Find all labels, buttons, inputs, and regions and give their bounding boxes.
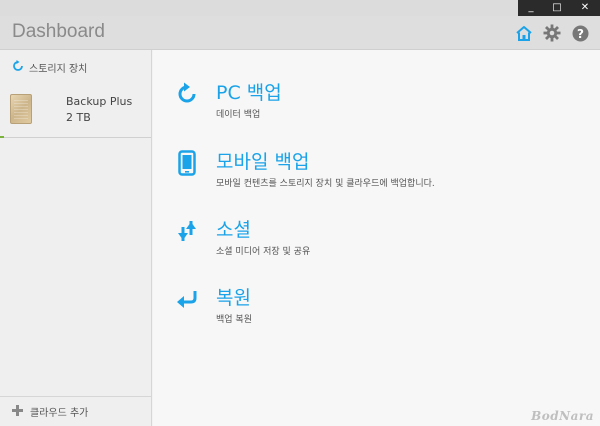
window-controls: _ □ ✕ — [518, 0, 600, 16]
action-title: 모바일 백업 — [216, 151, 310, 173]
storage-section-label: 스토리지 장치 — [29, 64, 88, 75]
storage-device-item[interactable]: Backup Plus 2 TB — [0, 82, 151, 138]
action-description: 소셜 미디어 저장 및 공유 — [216, 247, 311, 257]
refresh-icon — [12, 60, 24, 75]
gear-icon[interactable] — [542, 23, 562, 43]
plus-icon — [12, 404, 23, 419]
add-cloud-button[interactable]: 클라우드 추가 — [0, 396, 151, 426]
svg-text:?: ? — [577, 26, 584, 40]
phone-icon — [173, 149, 201, 177]
page-title: Dashboard — [12, 21, 105, 42]
action-description: 데이터 백업 — [216, 110, 261, 120]
app-header: Dashboard ? — [0, 16, 600, 50]
selection-indicator — [0, 136, 4, 138]
transfer-arrows-icon — [173, 217, 201, 245]
close-button[interactable]: ✕ — [570, 0, 600, 16]
header-toolbar: ? — [514, 23, 590, 43]
restore-arrow-icon — [173, 285, 201, 313]
watermark: BodNara — [531, 409, 594, 423]
drive-icon — [10, 94, 32, 124]
sidebar: 스토리지 장치 Backup Plus 2 TB 클라우드 추가 — [0, 50, 152, 426]
window-title-bar: _ □ ✕ — [0, 0, 600, 16]
pc-backup-action[interactable]: PC 백업 데이터 백업 — [173, 78, 593, 128]
maximize-button[interactable]: □ — [544, 0, 570, 16]
device-size: 2 TB — [66, 111, 91, 124]
action-title: 복원 — [216, 287, 251, 309]
add-cloud-label: 클라우드 추가 — [30, 408, 89, 419]
mobile-backup-action[interactable]: 모바일 백업 모바일 컨텐츠를 스토리지 장치 및 클라우드에 백업합니다. — [173, 147, 593, 197]
refresh-icon — [173, 80, 201, 108]
minimize-button[interactable]: _ — [518, 0, 544, 16]
action-title: PC 백업 — [216, 82, 282, 104]
action-description: 백업 복원 — [216, 315, 252, 325]
main-panel: PC 백업 데이터 백업 모바일 백업 모바일 컨텐츠를 스토리지 장치 및 클… — [153, 50, 600, 426]
help-icon[interactable]: ? — [570, 23, 590, 43]
home-icon[interactable] — [514, 23, 534, 43]
action-description: 모바일 컨텐츠를 스토리지 장치 및 클라우드에 백업합니다. — [216, 179, 435, 189]
device-name: Backup Plus — [66, 95, 133, 108]
restore-action[interactable]: 복원 백업 복원 — [173, 283, 593, 333]
action-title: 소셜 — [216, 219, 251, 241]
social-action[interactable]: 소셜 소셜 미디어 저장 및 공유 — [173, 215, 593, 265]
storage-section-header[interactable]: 스토리지 장치 — [0, 50, 151, 75]
